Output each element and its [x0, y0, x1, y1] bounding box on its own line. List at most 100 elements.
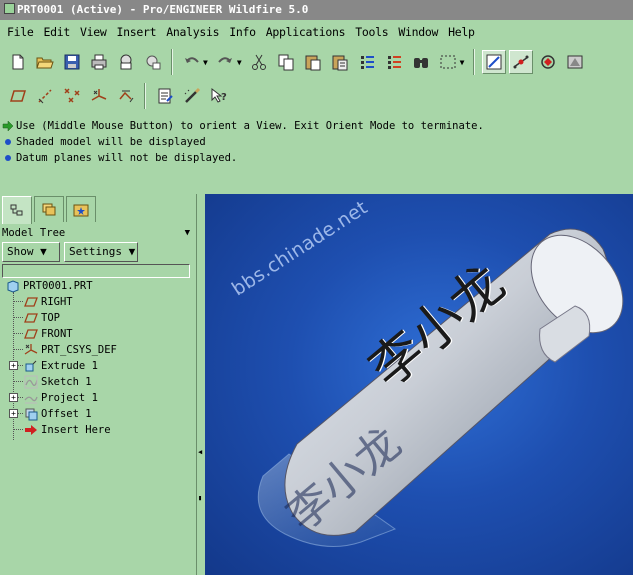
expand-extrude-toggle[interactable]: +	[9, 361, 18, 370]
menu-tools[interactable]: Tools	[350, 22, 393, 42]
toolbar-separator	[473, 49, 476, 75]
tree-item-insert-here[interactable]: Insert Here	[24, 422, 111, 438]
title-bar: PRT0001 (Active) - Pro/ENGINEER Wildfire…	[0, 0, 633, 20]
spin-center-icon[interactable]	[508, 50, 533, 74]
message-text: Datum planes will not be displayed.	[16, 152, 238, 164]
mail-attach-icon[interactable]	[141, 50, 165, 74]
tree-item-offset[interactable]: Offset 1	[24, 406, 92, 422]
datum-axis-icon[interactable]	[33, 84, 57, 108]
svg-text:?: ?	[221, 92, 227, 103]
annotation-icon[interactable]	[114, 84, 138, 108]
sketch-icon	[24, 375, 38, 389]
sash-icon[interactable]: ▮	[198, 494, 202, 502]
model-info-icon[interactable]	[153, 84, 177, 108]
panel-menu-dropdown-icon[interactable]: ▼	[185, 226, 190, 240]
tree-item-sketch[interactable]: Sketch 1	[24, 374, 92, 390]
graphics-window[interactable]: bbs.chinade.net 李小龙 李小龙	[205, 194, 633, 575]
info-dot-icon	[2, 152, 14, 164]
toolbar-separator	[144, 83, 146, 109]
open-icon[interactable]	[33, 50, 57, 74]
paste-special-icon[interactable]	[328, 50, 352, 74]
message-area: Use (Middle Mouse Button) to orient a Vi…	[0, 114, 633, 194]
find-icon[interactable]	[409, 50, 433, 74]
datum-plane-icon	[24, 327, 38, 341]
tree-filter-bar[interactable]	[2, 264, 190, 278]
navigator-tabs	[2, 196, 98, 224]
toolbar-separator	[171, 49, 173, 75]
message-text: Shaded model will be displayed	[16, 136, 206, 148]
repaint-icon[interactable]	[180, 84, 204, 108]
model-tree-title: Model Tree ▼	[2, 226, 190, 240]
main-toolbar: ▼ ▼ ▼	[0, 45, 633, 79]
model-tree: PRT0001.PRT RIGHT TOP FRONT PRT_CSYS_DEF…	[2, 278, 190, 575]
datum-point-icon[interactable]	[60, 84, 84, 108]
tree-item-front[interactable]: FRONT	[24, 326, 73, 342]
regenerate-manager-icon[interactable]	[382, 50, 406, 74]
collapse-panel-icon[interactable]: ◀	[198, 448, 202, 456]
undo-icon[interactable]	[180, 50, 204, 74]
offset-icon	[24, 407, 38, 421]
cut-icon[interactable]	[247, 50, 271, 74]
menu-bar: File Edit View Insert Analysis Info Appl…	[0, 21, 633, 42]
datum-plane-icon[interactable]	[6, 84, 30, 108]
menu-info[interactable]: Info	[224, 22, 261, 42]
saved-views-icon[interactable]	[563, 50, 587, 74]
menu-applications[interactable]: Applications	[261, 22, 350, 42]
message-line: Shaded model will be displayed	[2, 134, 631, 150]
expand-project-toggle[interactable]: +	[9, 393, 18, 402]
menu-help[interactable]: Help	[443, 22, 480, 42]
message-line: Datum planes will not be displayed.	[2, 150, 631, 166]
save-icon[interactable]	[60, 50, 84, 74]
tree-item-extrude[interactable]: Extrude 1	[24, 358, 98, 374]
menu-file[interactable]: File	[2, 22, 39, 42]
menu-analysis[interactable]: Analysis	[161, 22, 224, 42]
model-tree-buttons: Show ▼ Settings ▼	[2, 242, 142, 262]
csys-icon	[24, 343, 38, 357]
panel-splitter[interactable]: ◀ ▮	[197, 194, 205, 575]
regenerate-icon[interactable]	[355, 50, 379, 74]
cylinder-model	[257, 228, 624, 547]
datum-toolbar: ?	[0, 79, 260, 113]
proe-app-icon	[4, 3, 15, 14]
window-title: PRT0001 (Active) - Pro/ENGINEER Wildfire…	[17, 3, 309, 16]
menu-edit[interactable]: Edit	[39, 22, 76, 42]
insert-here-arrow-icon	[24, 423, 38, 437]
new-icon[interactable]	[6, 50, 30, 74]
datum-display-icon[interactable]	[481, 50, 506, 74]
tree-item-right[interactable]: RIGHT	[24, 294, 73, 310]
datum-plane-icon	[24, 295, 38, 309]
project-icon	[24, 391, 38, 405]
menu-view[interactable]: View	[75, 22, 112, 42]
redo-icon[interactable]	[213, 50, 237, 74]
info-dot-icon	[2, 136, 14, 148]
menu-insert[interactable]: Insert	[112, 22, 162, 42]
part-icon	[6, 279, 20, 293]
settings-button[interactable]: Settings ▼	[64, 242, 138, 262]
select-dropdown-icon[interactable]: ▼	[460, 58, 465, 67]
print-icon[interactable]	[87, 50, 111, 74]
select-box-icon[interactable]	[436, 50, 460, 74]
orient-mode-icon[interactable]	[536, 50, 560, 74]
show-button[interactable]: Show ▼	[2, 242, 60, 262]
message-line: Use (Middle Mouse Button) to orient a Vi…	[2, 118, 631, 134]
datum-plane-icon	[24, 311, 38, 325]
expand-offset-toggle[interactable]: +	[9, 409, 18, 418]
paste-icon[interactable]	[301, 50, 325, 74]
favorites-tab[interactable]	[66, 196, 96, 222]
arrow-icon	[2, 120, 14, 132]
tree-item-top[interactable]: TOP	[24, 310, 60, 326]
tree-item-part[interactable]: PRT0001.PRT	[6, 278, 93, 294]
datum-csys-icon[interactable]	[87, 84, 111, 108]
redo-dropdown-icon[interactable]: ▼	[237, 58, 242, 67]
context-help-icon[interactable]: ?	[207, 84, 231, 108]
undo-dropdown-icon[interactable]: ▼	[203, 58, 208, 67]
extrude-icon	[24, 359, 38, 373]
model-tree-tab[interactable]	[2, 196, 32, 224]
layer-tab[interactable]	[34, 196, 64, 222]
tree-item-csys[interactable]: PRT_CSYS_DEF	[24, 342, 117, 358]
menu-window[interactable]: Window	[393, 22, 443, 42]
tree-item-project[interactable]: Project 1	[24, 390, 98, 406]
navigator-panel: Model Tree ▼ Show ▼ Settings ▼ PRT0001.P…	[0, 194, 197, 575]
send-mail-icon[interactable]	[114, 50, 138, 74]
copy-icon[interactable]	[274, 50, 298, 74]
